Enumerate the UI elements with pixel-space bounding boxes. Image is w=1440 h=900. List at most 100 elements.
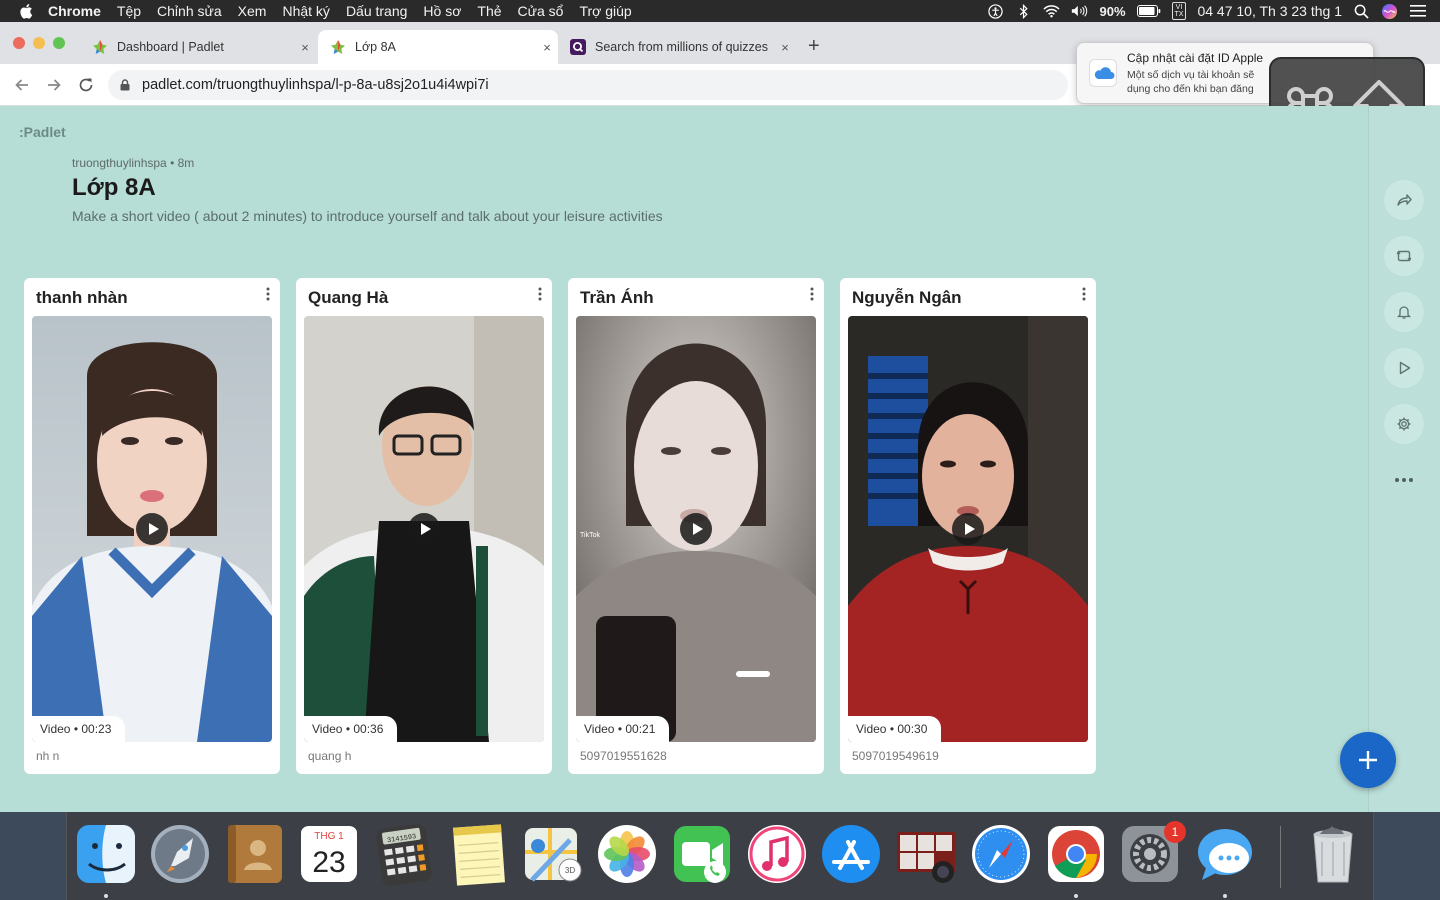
trash-icon[interactable]	[1302, 822, 1364, 886]
contacts-icon[interactable]	[224, 822, 286, 886]
play-icon[interactable]	[136, 513, 168, 545]
chrome-icon[interactable]	[1045, 822, 1107, 886]
post-title: Trần Ánh	[580, 288, 654, 307]
tab-close-button[interactable]: ×	[536, 40, 558, 55]
tab-label: Dashboard | Padlet	[117, 40, 224, 54]
padlet-logo[interactable]: :Padlet	[19, 124, 66, 140]
play-icon[interactable]	[408, 513, 440, 545]
board-action-rail	[1368, 106, 1440, 812]
photo-booth-icon[interactable]	[895, 822, 957, 886]
notifications-button[interactable]	[1384, 292, 1424, 332]
menu-window[interactable]: Cửa sổ	[518, 3, 564, 19]
menu-bar: Chrome Tệp Chỉnh sửa Xem Nhật ký Dấu tra…	[0, 0, 1440, 22]
lock-icon[interactable]	[120, 79, 130, 91]
post-author: 5097019551628	[580, 749, 667, 763]
post-author: 5097019549619	[852, 749, 939, 763]
control-center-icon[interactable]	[1409, 3, 1426, 20]
window-zoom-button[interactable]	[53, 37, 65, 49]
back-icon	[15, 79, 28, 91]
forward-icon	[48, 79, 61, 91]
launchpad-icon[interactable]	[149, 822, 211, 886]
window-minimize-button[interactable]	[33, 37, 45, 49]
post-card[interactable]: thanh nhàn Video • 00:23 nh n	[24, 278, 280, 774]
reload-button[interactable]	[76, 75, 96, 95]
running-indicator	[1074, 894, 1078, 898]
tab-close-button[interactable]: ×	[294, 40, 316, 55]
post-menu-icon[interactable]	[536, 286, 544, 302]
bluetooth-icon[interactable]	[1015, 3, 1032, 20]
music-icon[interactable]	[746, 822, 808, 886]
running-indicator	[104, 894, 108, 898]
play-icon[interactable]	[680, 513, 712, 545]
address-bar[interactable]: padlet.com/truongthuylinhspa/l-p-8a-u8sj…	[108, 70, 1068, 100]
padlet-board: :Padlet truongthuylinhspa • 8m Lớp 8A Ma…	[0, 106, 1440, 812]
post-card[interactable]: Trần Ánh TikTok Video • 00:21 5097019551…	[568, 278, 824, 774]
tab-dashboard[interactable]: Dashboard | Padlet ×	[80, 30, 316, 64]
post-card[interactable]: Quang Hà Video • 00:36 quang h	[296, 278, 552, 774]
window-close-button[interactable]	[13, 37, 25, 49]
menu-view[interactable]: Xem	[238, 3, 267, 19]
menu-edit[interactable]: Chỉnh sửa	[157, 3, 222, 19]
app-store-icon[interactable]	[820, 822, 882, 886]
menubar-clock[interactable]: 04 47 10, Th 3 23 thg 1	[1197, 3, 1342, 19]
dock-separator	[1280, 826, 1281, 888]
menu-help[interactable]: Trợ giúp	[579, 3, 631, 19]
finder-icon[interactable]	[75, 822, 137, 886]
siri-icon[interactable]	[1381, 3, 1398, 20]
post-author: quang h	[308, 749, 352, 763]
back-button[interactable]	[12, 75, 32, 95]
calculator-icon[interactable]: 3141593	[373, 822, 435, 886]
remake-button[interactable]	[1384, 236, 1424, 276]
accessibility-icon[interactable]	[987, 3, 1004, 20]
tab-close-button[interactable]: ×	[774, 40, 796, 55]
spotlight-icon[interactable]	[1353, 3, 1370, 20]
calendar-day: 23	[312, 846, 345, 879]
add-post-button[interactable]	[1340, 732, 1396, 788]
photos-icon[interactable]	[596, 822, 658, 886]
menu-bookmarks[interactable]: Dấu trang	[346, 3, 407, 19]
video-thumbnail[interactable]: TikTok Video • 00:21	[576, 316, 816, 742]
menu-tab[interactable]: Thẻ	[477, 3, 501, 19]
volume-icon[interactable]	[1071, 3, 1088, 20]
messages-icon[interactable]	[1194, 822, 1256, 886]
facetime-icon[interactable]	[671, 822, 733, 886]
menu-file[interactable]: Tệp	[117, 3, 141, 19]
play-icon[interactable]	[952, 513, 984, 545]
slideshow-button[interactable]	[1384, 348, 1424, 388]
video-thumbnail[interactable]: Video • 00:23	[32, 316, 272, 742]
video-thumbnail[interactable]: Video • 00:36	[304, 316, 544, 742]
tab-lop-8a[interactable]: Lớp 8A ×	[318, 30, 558, 64]
share-icon	[1397, 194, 1412, 206]
settings-button[interactable]	[1384, 404, 1424, 444]
forward-button[interactable]	[44, 75, 64, 95]
tab-label: Lớp 8A	[355, 40, 396, 54]
menu-history[interactable]: Nhật ký	[282, 3, 329, 19]
video-info-badge: Video • 00:21	[576, 716, 670, 742]
board-meta: truongthuylinhspa • 8m	[72, 156, 194, 170]
menu-profiles[interactable]: Hồ sơ	[423, 3, 461, 19]
apple-icon[interactable]	[18, 2, 36, 20]
menu-chrome[interactable]: Chrome	[48, 3, 101, 19]
post-card[interactable]: Nguyễn Ngân Video • 00:30 5097019549619	[840, 278, 1096, 774]
battery-icon[interactable]	[1136, 3, 1161, 20]
safari-icon[interactable]	[970, 822, 1032, 886]
post-menu-icon[interactable]	[1080, 286, 1088, 302]
board-description: Make a short video ( about 2 minutes) to…	[72, 208, 663, 224]
video-thumbnail[interactable]: Video • 00:30	[848, 316, 1088, 742]
video-info-badge: Video • 00:23	[32, 716, 126, 742]
more-button[interactable]	[1384, 460, 1424, 500]
tab-label: Search from millions of quizzes	[595, 40, 768, 54]
post-menu-icon[interactable]	[808, 286, 816, 302]
new-tab-button[interactable]: +	[808, 35, 820, 58]
board-author[interactable]: truongthuylinhspa	[72, 156, 167, 170]
share-button[interactable]	[1384, 180, 1424, 220]
post-title: Nguyễn Ngân	[852, 288, 962, 307]
input-source-badge[interactable]: VI TX	[1171, 2, 1187, 20]
maps-icon[interactable]: 3D	[522, 822, 584, 886]
tiktok-watermark: TikTok	[580, 532, 600, 539]
calendar-icon[interactable]: THG 1 23	[298, 822, 360, 886]
post-menu-icon[interactable]	[264, 286, 272, 302]
tab-quizizz[interactable]: Search from millions of quizzes ×	[558, 30, 796, 64]
wifi-icon[interactable]	[1043, 3, 1061, 20]
notes-icon[interactable]	[447, 822, 509, 886]
